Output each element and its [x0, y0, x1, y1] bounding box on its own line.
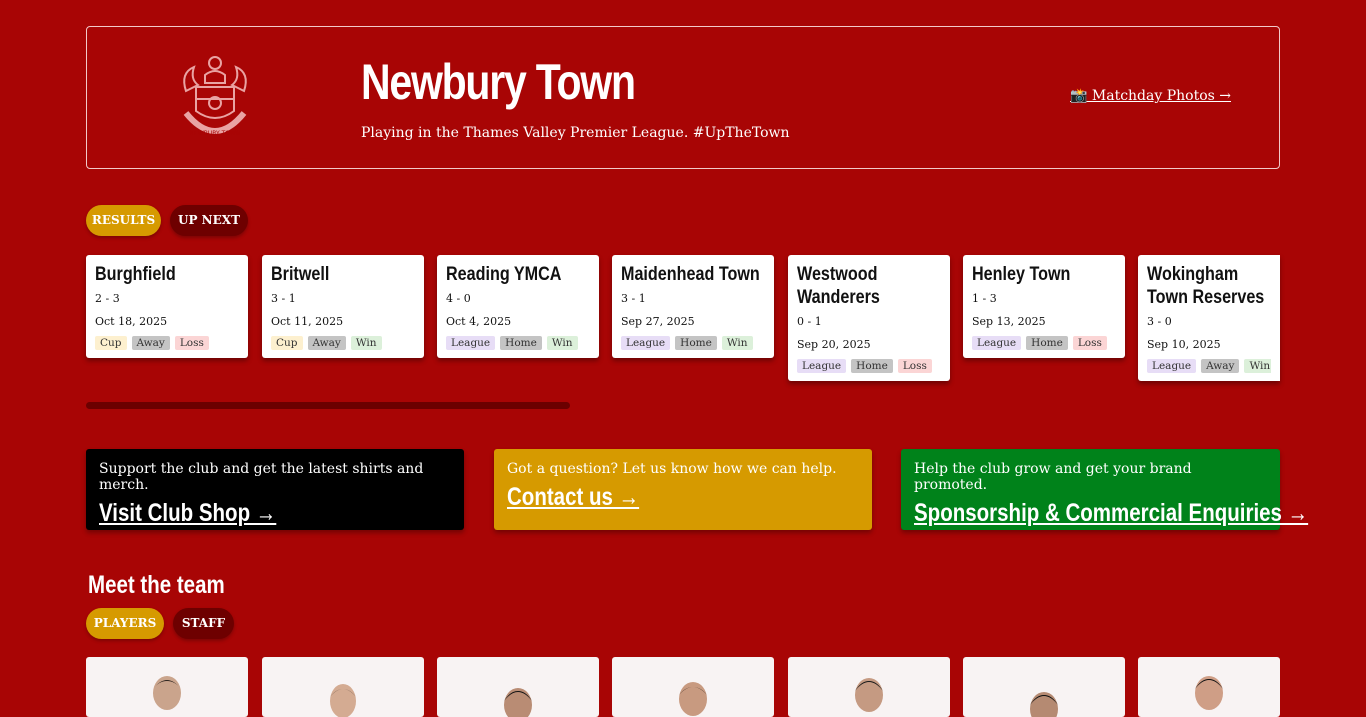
opponent-name: Burghfield — [95, 264, 176, 285]
tab-staff[interactable]: STAFF — [173, 608, 234, 639]
competition-tag: League — [621, 336, 671, 350]
matchday-photos-link[interactable]: 📸 Matchday Photos → — [1070, 88, 1231, 104]
outcome-tag: Loss — [1072, 336, 1107, 350]
player-photo — [504, 688, 532, 717]
outcome-tag: Loss — [897, 359, 932, 373]
player-photo — [855, 678, 883, 712]
venue-tag: Home — [675, 336, 717, 350]
player-card[interactable] — [1138, 657, 1280, 717]
venue-tag: Away — [131, 336, 170, 350]
player-photo — [1030, 692, 1058, 717]
result-card[interactable]: Westwood Wanderers 0 - 1 Sep 20, 2025 Le… — [788, 255, 950, 381]
match-date: Sep 10, 2025 — [1147, 338, 1221, 351]
player-card[interactable] — [612, 657, 774, 717]
competition-tag: League — [446, 336, 496, 350]
visit-shop-link[interactable]: Visit Club Shop → — [99, 499, 276, 528]
sponsorship-link[interactable]: Sponsorship & Commercial Enquiries → — [914, 499, 1308, 528]
outcome-tag: Win — [721, 336, 753, 350]
shop-cta-card[interactable]: Support the club and get the latest shir… — [86, 449, 464, 530]
match-tags: League Away Win — [1147, 359, 1271, 373]
opponent-name: Britwell — [271, 264, 330, 285]
player-photo — [153, 676, 181, 710]
tab-results[interactable]: RESULTS — [86, 205, 161, 236]
sponsorship-cta-card[interactable]: Help the club grow and get your brand pr… — [901, 449, 1308, 530]
venue-tag: Home — [500, 336, 542, 350]
player-card[interactable] — [788, 657, 950, 717]
outcome-tag: Win — [1244, 359, 1271, 373]
venue-tag: Away — [1201, 359, 1240, 373]
match-date: Oct 4, 2025 — [446, 315, 512, 328]
opponent-name: Westwood Wanderers — [797, 264, 880, 308]
outcome-tag: Loss — [174, 336, 209, 350]
outcome-tag: Win — [350, 336, 382, 350]
opponent-name: Wokingham Town Reserves — [1147, 264, 1265, 308]
player-card[interactable] — [86, 657, 248, 717]
outcome-tag: Win — [546, 336, 578, 350]
competition-tag: League — [972, 336, 1022, 350]
player-photo — [1195, 676, 1223, 710]
match-tags: League Home Win — [446, 336, 590, 350]
club-header: NEWBURY TOWN Newbury Town Playing in the… — [86, 26, 1280, 169]
player-photo — [330, 684, 356, 717]
match-score: 3 - 1 — [271, 292, 296, 305]
match-tags: Cup Away Loss — [95, 336, 239, 350]
contact-us-link[interactable]: Contact us → — [507, 483, 639, 512]
crest-lettering: NEWBURY TOWN — [190, 130, 241, 137]
tab-players[interactable]: PLAYERS — [86, 608, 164, 639]
match-score: 3 - 0 — [1147, 315, 1172, 328]
result-card[interactable]: Wokingham Town Reserves 3 - 0 Sep 10, 20… — [1138, 255, 1280, 381]
match-tags: League Home Loss — [797, 359, 941, 373]
club-tagline: Playing in the Thames Valley Premier Lea… — [361, 125, 790, 141]
club-crest-icon: NEWBURY TOWN — [183, 56, 247, 137]
result-card[interactable]: Maidenhead Town 3 - 1 Sep 27, 2025 Leagu… — [612, 255, 774, 358]
opponent-name: Reading YMCA — [446, 264, 562, 285]
result-card[interactable]: Henley Town 1 - 3 Sep 13, 2025 League Ho… — [963, 255, 1125, 358]
meet-the-team-heading: Meet the team — [88, 571, 225, 599]
opponent-name: Maidenhead Town — [621, 264, 760, 285]
page-title: Newbury Town — [361, 54, 636, 110]
match-tags: Cup Away Win — [271, 336, 415, 350]
competition-tag: Cup — [271, 336, 303, 350]
player-card[interactable] — [262, 657, 424, 717]
match-tags: League Home Loss — [972, 336, 1116, 350]
venue-tag: Away — [307, 336, 346, 350]
result-card[interactable]: Burghfield 2 - 3 Oct 18, 2025 Cup Away L… — [86, 255, 248, 358]
match-date: Sep 20, 2025 — [797, 338, 871, 351]
match-date: Oct 18, 2025 — [95, 315, 168, 328]
match-date: Oct 11, 2025 — [271, 315, 344, 328]
match-score: 2 - 3 — [95, 292, 120, 305]
match-date: Sep 27, 2025 — [621, 315, 695, 328]
sponsorship-cta-text: Help the club grow and get your brand pr… — [914, 461, 1192, 493]
venue-tag: Home — [851, 359, 893, 373]
results-scrollbar[interactable] — [86, 402, 570, 409]
contact-cta-card[interactable]: Got a question? Let us know how we can h… — [494, 449, 872, 530]
competition-tag: Cup — [95, 336, 127, 350]
tab-up-next[interactable]: UP NEXT — [170, 205, 248, 236]
competition-tag: League — [797, 359, 847, 373]
contact-cta-text: Got a question? Let us know how we can h… — [507, 461, 837, 477]
player-card[interactable] — [963, 657, 1125, 717]
match-date: Sep 13, 2025 — [972, 315, 1046, 328]
player-photo — [679, 682, 707, 716]
match-score: 1 - 3 — [972, 292, 997, 305]
opponent-name: Henley Town — [972, 264, 1071, 285]
match-tags: League Home Win — [621, 336, 765, 350]
shop-cta-text: Support the club and get the latest shir… — [99, 461, 424, 493]
match-score: 4 - 0 — [446, 292, 471, 305]
result-card[interactable]: Reading YMCA 4 - 0 Oct 4, 2025 League Ho… — [437, 255, 599, 358]
result-card[interactable]: Britwell 3 - 1 Oct 11, 2025 Cup Away Win — [262, 255, 424, 358]
match-score: 0 - 1 — [797, 315, 822, 328]
venue-tag: Home — [1026, 336, 1068, 350]
competition-tag: League — [1147, 359, 1197, 373]
match-score: 3 - 1 — [621, 292, 646, 305]
player-card[interactable] — [437, 657, 599, 717]
